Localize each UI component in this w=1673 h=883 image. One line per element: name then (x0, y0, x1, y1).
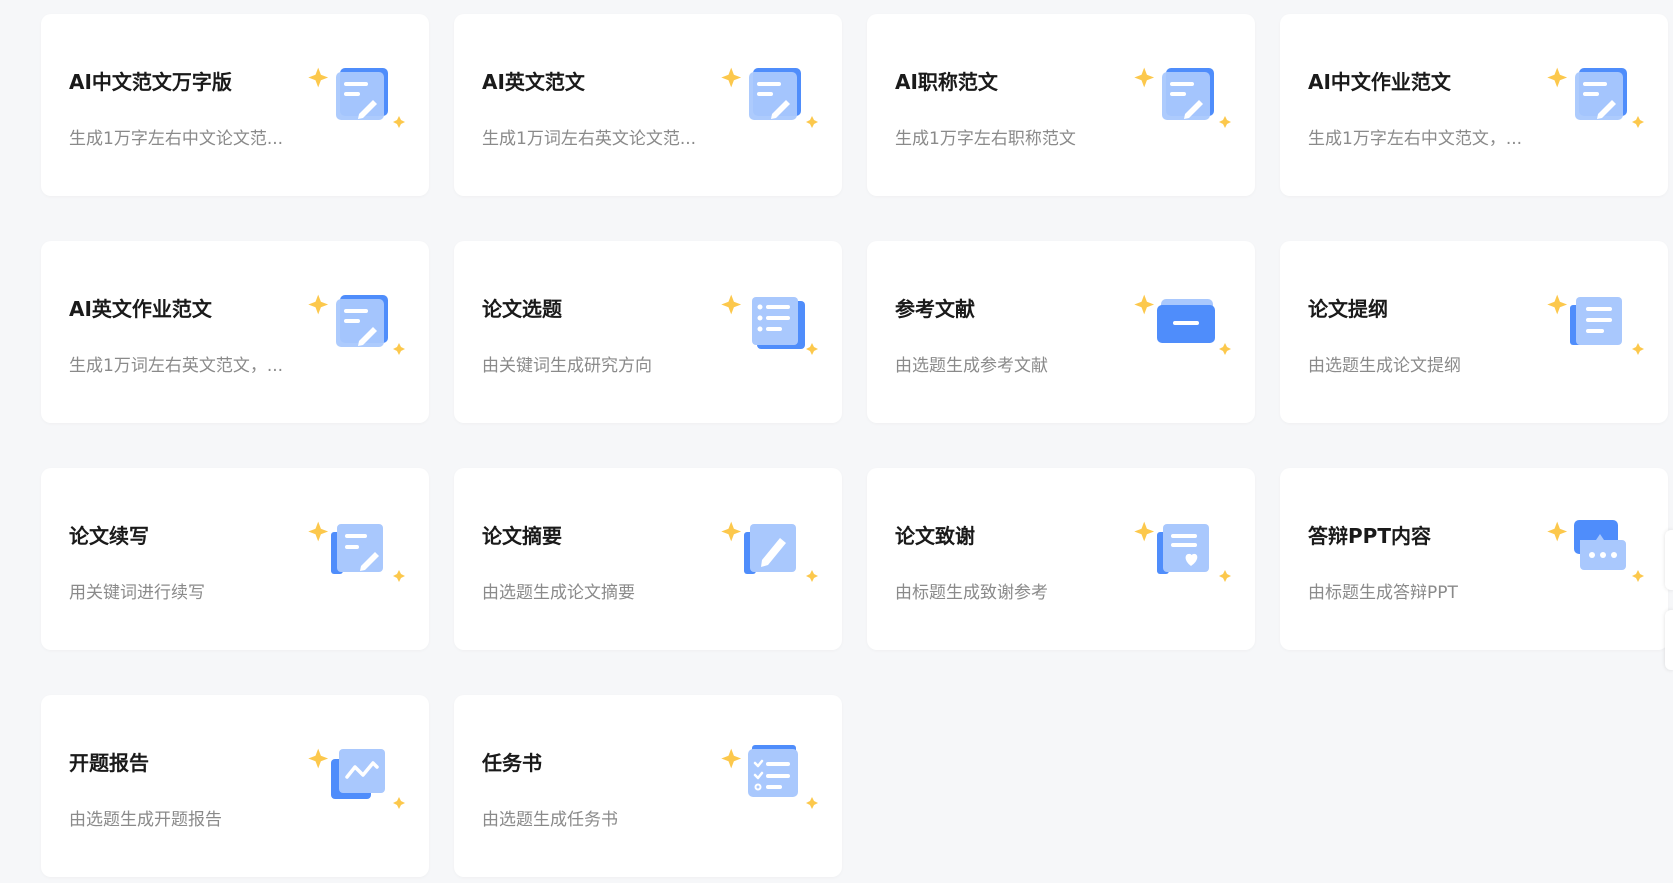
document-pen-icon (1133, 64, 1237, 130)
card-description: 生成1万字左右中文范文，... (1308, 129, 1523, 149)
heart-document-icon (1133, 518, 1237, 584)
card-title: AI中文范文万字版 (69, 70, 232, 94)
abstract-pen-icon (720, 518, 824, 584)
card-description: 由选题生成参考文献 (895, 356, 1048, 376)
card-ai-chinese-homework[interactable]: AI中文作业范文 生成1万字左右中文范文，... (1280, 14, 1668, 196)
card-title: 论文致谢 (895, 524, 975, 548)
card-ai-english-essay[interactable]: AI英文范文 生成1万词左右英文论文范... (454, 14, 842, 196)
card-ai-chinese-essay-10k[interactable]: AI中文范文万字版 生成1万字左右中文论文范... (41, 14, 429, 196)
side-float-tab-bottom[interactable] (1665, 610, 1673, 670)
continue-writing-icon (307, 518, 411, 584)
card-ai-english-homework[interactable]: AI英文作业范文 生成1万词左右英文范文，... (41, 241, 429, 423)
card-description: 由标题生成致谢参考 (895, 583, 1048, 603)
card-title: 论文续写 (69, 524, 149, 548)
card-description: 由关键词生成研究方向 (482, 356, 652, 376)
card-thesis-outline[interactable]: 论文提纲 由选题生成论文提纲 (1280, 241, 1668, 423)
document-pen-icon (307, 64, 411, 130)
card-thesis-topic[interactable]: 论文选题 由关键词生成研究方向 (454, 241, 842, 423)
folder-icon (1133, 291, 1237, 357)
card-thesis-abstract[interactable]: 论文摘要 由选题生成论文摘要 (454, 468, 842, 650)
document-pen-icon (307, 291, 411, 357)
card-title: 论文提纲 (1308, 297, 1388, 321)
card-description: 由选题生成论文提纲 (1308, 356, 1461, 376)
card-description: 生成1万词左右英文范文，... (69, 356, 284, 376)
card-title: 论文摘要 (482, 524, 562, 548)
card-title: 开题报告 (69, 751, 149, 775)
card-description: 由选题生成开题报告 (69, 810, 222, 830)
card-continue-writing[interactable]: 论文续写 用关键词进行续写 (41, 468, 429, 650)
card-title: 参考文献 (895, 297, 975, 321)
card-title: AI英文范文 (482, 70, 585, 94)
chart-report-icon (307, 745, 411, 811)
card-references[interactable]: 参考文献 由选题生成参考文献 (867, 241, 1255, 423)
card-title: 论文选题 (482, 297, 562, 321)
outline-icon (1546, 291, 1650, 357)
document-pen-icon (720, 64, 824, 130)
card-description: 由选题生成任务书 (482, 810, 618, 830)
checklist-icon (720, 745, 824, 811)
card-description: 生成1万词左右英文论文范... (482, 129, 697, 149)
card-description: 由标题生成答辩PPT (1308, 583, 1458, 603)
document-pen-icon (1546, 64, 1650, 130)
card-thesis-acknowledgement[interactable]: 论文致谢 由标题生成致谢参考 (867, 468, 1255, 650)
card-description: 生成1万字左右职称范文 (895, 129, 1076, 149)
card-defense-ppt[interactable]: 答辩PPT内容 由标题生成答辩PPT (1280, 468, 1668, 650)
card-description: 生成1万字左右中文论文范... (69, 129, 284, 149)
card-title: 任务书 (482, 751, 542, 775)
tool-card-grid: AI中文范文万字版 生成1万字左右中文论文范... AI英文范文 生成1万词左右… (41, 14, 1668, 877)
topic-list-icon (720, 291, 824, 357)
side-float-tab-top[interactable] (1665, 530, 1673, 590)
card-title: AI中文作业范文 (1308, 70, 1451, 94)
card-description: 由选题生成论文摘要 (482, 583, 635, 603)
card-title: 答辩PPT内容 (1308, 524, 1431, 548)
card-title: AI职称范文 (895, 70, 998, 94)
chat-bubble-icon (1546, 518, 1650, 584)
card-description: 用关键词进行续写 (69, 583, 205, 603)
card-proposal-report[interactable]: 开题报告 由选题生成开题报告 (41, 695, 429, 877)
card-title: AI英文作业范文 (69, 297, 212, 321)
card-task-book[interactable]: 任务书 由选题生成任务书 (454, 695, 842, 877)
card-ai-title-essay[interactable]: AI职称范文 生成1万字左右职称范文 (867, 14, 1255, 196)
